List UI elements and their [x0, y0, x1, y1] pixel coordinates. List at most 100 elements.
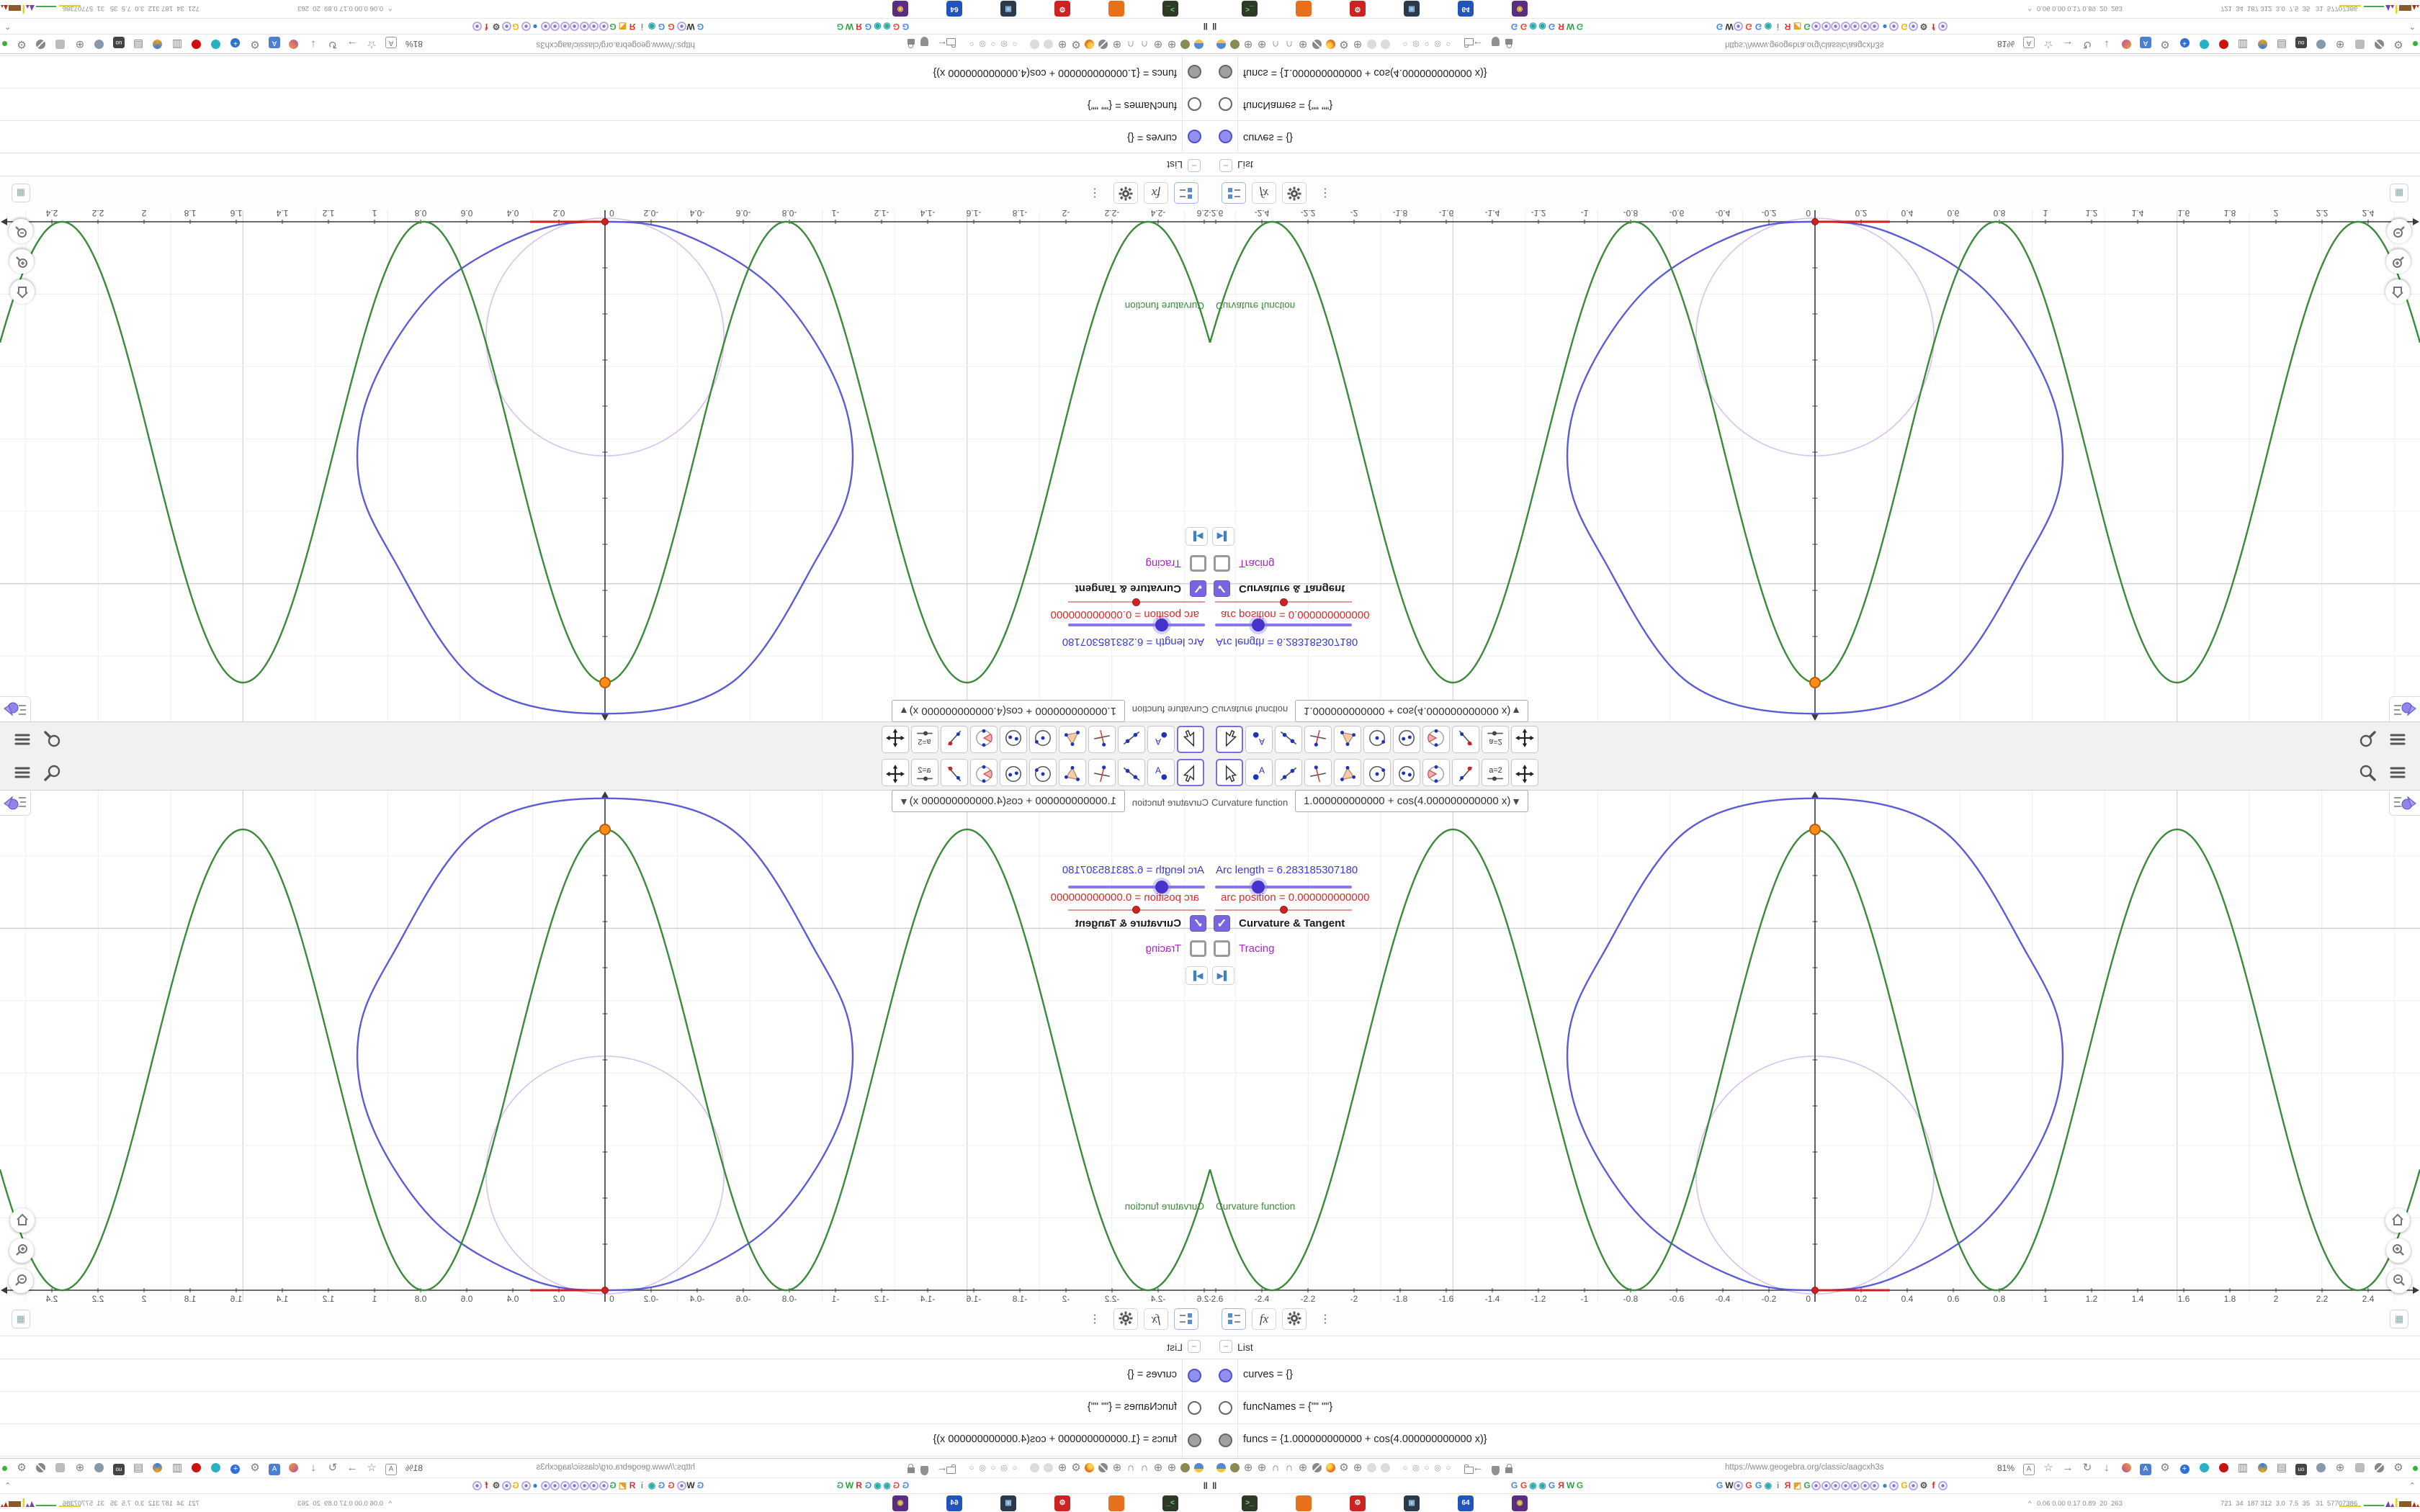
stop-red-icon[interactable]: [2217, 37, 2230, 50]
kebab-menu-icon[interactable]: ⋮: [1089, 184, 1105, 202]
bookmark-favicon[interactable]: [521, 22, 531, 31]
visibility-toggle[interactable]: [1219, 1401, 1232, 1415]
app-icon-owl[interactable]: ◉: [1512, 1495, 1528, 1511]
shield-cyan-icon[interactable]: [2197, 37, 2210, 50]
wrench-icon[interactable]: [2372, 1462, 2385, 1475]
gear-icon[interactable]: ⚙: [1070, 37, 1083, 50]
bookmark-favicon[interactable]: [1937, 1481, 1948, 1490]
algebra-expression[interactable]: curves = {}: [1243, 1369, 1293, 1380]
tool-point[interactable]: A: [1245, 726, 1273, 753]
bookmark-favicon[interactable]: [521, 1481, 531, 1490]
graphics-view[interactable]: -2.6 -2.4 -2.2 -2 -1.8 -1.6 -1.4 -1.2 -1 -0.8 -0.6…: [1210, 210, 2420, 722]
tool-slider[interactable]: a=2: [1482, 726, 1509, 753]
gear-icon[interactable]: ⚙: [2159, 1462, 2172, 1475]
tool-line[interactable]: [1275, 726, 1302, 753]
app-icon-display-capture[interactable]: ▣: [1404, 1495, 1420, 1511]
gear-icon[interactable]: ⚙: [15, 1462, 28, 1475]
firefox-icon[interactable]: [1083, 37, 1096, 50]
bookmark-favicon[interactable]: [1870, 1481, 1879, 1490]
circle-olive-icon[interactable]: [1228, 37, 1241, 50]
play-pause-button[interactable]: ▶▌: [1212, 527, 1234, 546]
tool-move-graphics-view[interactable]: [1511, 726, 1538, 753]
slider-track[interactable]: [1215, 886, 1352, 888]
headset-icon[interactable]: ∩: [1138, 1462, 1151, 1475]
wrench-icon[interactable]: [1310, 37, 1323, 50]
tool-special-lines[interactable]: [1304, 726, 1332, 753]
menu-icon[interactable]: [2384, 729, 2406, 750]
graphics-view[interactable]: -2.6 -2.4 -2.2 -2 -1.8 -1.6 -1.4 -1.2 -1 -0.8 -0.6…: [0, 790, 1210, 1302]
algebra-expression[interactable]: funcNames = {"" ""}: [1088, 99, 1177, 111]
globe-icon[interactable]: ⊕: [1255, 1462, 1268, 1475]
bookmark-favicon[interactable]: ◩: [617, 21, 628, 32]
archive-icon[interactable]: ▤: [132, 1462, 145, 1475]
tool-circle-center-point[interactable]: [1363, 726, 1391, 753]
bookmark-favicon[interactable]: W: [686, 21, 696, 32]
curvature-tangent-checkbox[interactable]: ✓: [1214, 580, 1230, 597]
bookmark-favicon[interactable]: [560, 22, 570, 31]
bookmark-favicon[interactable]: W: [686, 1480, 696, 1491]
bookmark-favicon[interactable]: i: [1773, 1480, 1783, 1491]
app-icon-tools[interactable]: ⚙: [1054, 1495, 1070, 1511]
bookmark-favicon[interactable]: G: [608, 1480, 619, 1491]
archive-icon[interactable]: ▤: [132, 37, 145, 50]
ghost-icon[interactable]: [1028, 1462, 1041, 1475]
menu-icon[interactable]: [2384, 762, 2406, 783]
bookmark-favicon[interactable]: G: [1574, 21, 1585, 32]
arc-length-slider[interactable]: [1215, 618, 1352, 631]
app-icon-owl[interactable]: ◉: [892, 1, 908, 17]
circle-olive-icon[interactable]: [1228, 1462, 1241, 1475]
tool-slider[interactable]: a=2: [1482, 759, 1509, 786]
bookmark-favicon[interactable]: [589, 22, 599, 31]
tool-conic[interactable]: [1000, 759, 1027, 786]
bookmark-favicon[interactable]: Я: [627, 1480, 638, 1491]
star-icon[interactable]: ☆: [365, 37, 378, 50]
headset-icon[interactable]: ∩: [1283, 1462, 1296, 1475]
bookmark-favicon[interactable]: ⚙: [491, 1480, 502, 1491]
bookmark-favicon[interactable]: f: [1928, 1480, 1939, 1491]
sidebar-handle-icon[interactable]: ‖: [1204, 1480, 1208, 1491]
gear-icon[interactable]: ⚙: [1337, 1462, 1350, 1475]
chevron-up-icon[interactable]: ⌃: [4, 1481, 11, 1490]
translate-box-icon[interactable]: A: [2022, 37, 2035, 50]
radio-icon[interactable]: ○: [965, 1462, 978, 1475]
star-icon[interactable]: ☆: [2042, 1462, 2055, 1475]
bookmark-favicon[interactable]: ◉: [882, 1480, 892, 1491]
tree-view-icon[interactable]: [1174, 182, 1198, 204]
graphics-stylebar-toggle[interactable]: [2389, 696, 2420, 721]
bookmark-favicon[interactable]: [1811, 22, 1821, 31]
translate-box-icon[interactable]: A: [385, 1462, 398, 1475]
app-icon-terminal[interactable]: >_: [1242, 1495, 1258, 1511]
tool-move[interactable]: [1216, 726, 1243, 753]
trash-icon[interactable]: ▥: [171, 1462, 184, 1475]
lock-icon[interactable]: [908, 1462, 921, 1475]
graphics-stylebar-toggle[interactable]: [2389, 791, 2420, 816]
slider-handle[interactable]: [1280, 906, 1288, 914]
algebra-expression[interactable]: funcNames = {"" ""}: [1088, 1401, 1177, 1413]
app-icon-firefox[interactable]: [1108, 1, 1124, 17]
bookmark-favicon[interactable]: G: [835, 1480, 846, 1491]
arrow-right-icon[interactable]: →: [2061, 1462, 2074, 1475]
tracing-checkbox[interactable]: [1214, 555, 1230, 572]
stop-red-icon[interactable]: [190, 1462, 203, 1475]
algebra-expression[interactable]: funcs = {1.000000000000 + cos(4.00000000…: [1243, 1434, 1487, 1445]
home-button[interactable]: [2385, 279, 2410, 304]
gear-icon[interactable]: ⚙: [1337, 37, 1350, 50]
graphics-stylebar-toggle[interactable]: [0, 696, 31, 721]
arc-position-slider[interactable]: [1068, 598, 1205, 606]
tool-line[interactable]: [1118, 759, 1145, 786]
reload-icon[interactable]: ↻: [2081, 1462, 2094, 1475]
ghost-icon[interactable]: [1365, 37, 1378, 50]
tracing-checkbox[interactable]: [1190, 940, 1206, 957]
tree-view-icon[interactable]: [1222, 182, 1246, 204]
arrow-right-icon[interactable]: →: [346, 37, 359, 50]
panel-options-icon[interactable]: ▦: [2390, 184, 2408, 202]
stop-red-icon[interactable]: [2217, 1462, 2230, 1475]
globe-icon[interactable]: ⊕: [1242, 1462, 1255, 1475]
app-icon-floppy64[interactable]: 64: [1458, 1495, 1474, 1511]
bookmark-favicon[interactable]: [550, 1481, 560, 1490]
fx-icon[interactable]: fx: [1252, 1308, 1276, 1330]
folder-icon[interactable]: [1458, 1462, 1474, 1475]
translate-blue-icon[interactable]: A: [268, 37, 281, 50]
folder-icon[interactable]: [946, 1462, 962, 1475]
app-icon-floppy64[interactable]: 64: [946, 1495, 962, 1511]
